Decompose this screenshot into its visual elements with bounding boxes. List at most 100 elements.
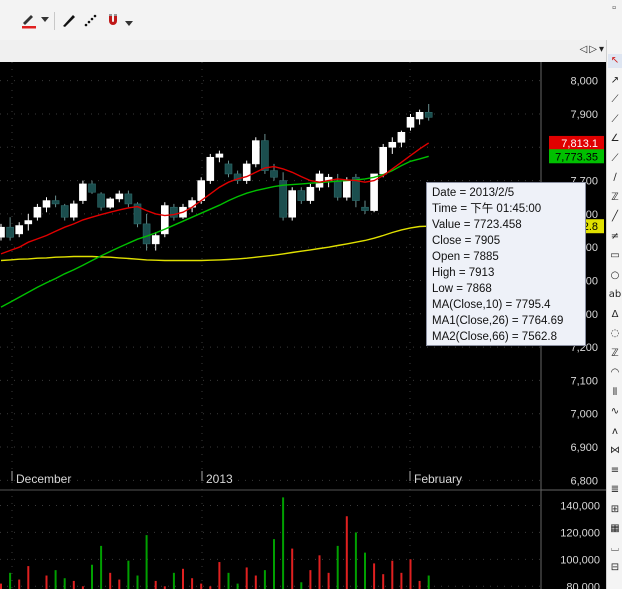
tooltip-close: Close = 7905 [432, 235, 501, 247]
arrow-icon[interactable]: ∕ [608, 171, 622, 185]
ma1-line [0, 155, 429, 308]
fib-icon[interactable]: ℤ [608, 347, 622, 361]
candle-body [388, 141, 397, 148]
candle-body [197, 180, 205, 201]
zigzag-icon[interactable]: ʌ [608, 425, 622, 439]
candle-body [6, 226, 14, 238]
volume-bar [9, 572, 12, 589]
price-tick-label: 6,900 [570, 442, 598, 454]
tooltip-time: Time = 下午 01:45:00 [432, 203, 542, 215]
candle-body [42, 200, 51, 208]
candle-body [70, 203, 78, 218]
ray-icon[interactable]: ⟋ [608, 93, 622, 107]
candle-body [361, 206, 369, 211]
volume-bar [191, 578, 194, 589]
panel-menu-icon[interactable]: ▾ [599, 44, 606, 55]
pen-color-icon[interactable] [18, 9, 40, 31]
select-arrow-icon[interactable]: ↖ [608, 54, 622, 68]
trend-icon[interactable]: ╱ [608, 210, 622, 224]
volume-tick-label: 80,000 [566, 581, 600, 589]
time-axis-label: February [414, 472, 462, 486]
candle-body [106, 198, 114, 208]
candle-body [333, 180, 342, 198]
candle-body [306, 186, 315, 201]
candle-body [424, 112, 433, 118]
data-tooltip: Date = 2013/2/5 Time = 下午 01:45:00 Value… [426, 182, 586, 346]
volume-bar [100, 545, 103, 589]
parallel-icon[interactable]: ⟋ [608, 152, 622, 166]
candle-body [24, 220, 33, 225]
table-icon[interactable]: ⊟ [608, 561, 622, 575]
toolbar-separator [54, 12, 55, 30]
panel-nav: ◁▷▾ [580, 44, 606, 55]
volume-tick-label: 100,000 [560, 554, 600, 566]
tooltip-high: High = 7913 [432, 267, 495, 279]
scroll-left-icon[interactable]: ◁ [580, 44, 590, 55]
overflow-arrow-icon[interactable] [124, 9, 134, 31]
triangle-icon[interactable]: Δ [608, 308, 622, 322]
gann-icon[interactable]: ⊞ [608, 503, 622, 517]
line-icon[interactable]: ↗ [608, 74, 622, 88]
drawing-tools-sidebar: ↖ ↗ ⟋ ⟋ ∠ ⟋ ∕ ℤ ╱ ≠ ▭ ○ ab Δ ◌ ℤ ◠ ⫴ ∿ ʌ ⋈ ≡ ≣ ⊞ ▦ ⌴ ⊟ [606, 40, 622, 589]
tooltip-ma: MA(Close,10) = 7795.4 [432, 299, 551, 311]
ma2-line [0, 225, 429, 262]
lines-icon[interactable]: ≡ [608, 464, 622, 478]
shift-icon[interactable]: ⌴ [608, 542, 622, 556]
volume-bar [300, 582, 303, 589]
volume-bar [263, 570, 266, 589]
tooltip-low: Low = 7868 [432, 283, 492, 295]
candle-body [88, 183, 96, 193]
candle-body [261, 140, 269, 171]
arc-icon[interactable]: ◠ [608, 366, 622, 380]
wave-icon[interactable]: ∿ [608, 405, 622, 419]
candle-body [151, 235, 160, 245]
candle-body [0, 226, 5, 238]
volume-bar [118, 579, 121, 589]
volume-bar [409, 559, 412, 589]
pitchfork-icon[interactable]: ⋈ [608, 444, 622, 458]
scroll-right-icon[interactable]: ▷ [589, 44, 599, 55]
volume-bar [354, 532, 357, 589]
volume-bar [291, 548, 294, 589]
ellipse-icon[interactable]: ◌ [608, 327, 622, 341]
candle-body [51, 200, 60, 205]
candle-body [33, 206, 42, 218]
volume-bar [418, 580, 421, 589]
bars-icon[interactable]: ≣ [608, 483, 622, 497]
volume-bar [172, 572, 175, 589]
window-pin-icon[interactable]: ▫ [612, 2, 616, 14]
dotted-line-icon[interactable] [80, 9, 102, 31]
candle-body [342, 180, 351, 198]
fan-icon[interactable]: ℤ [608, 191, 622, 205]
magnet-icon[interactable] [102, 9, 124, 31]
cycle-icon[interactable]: ⫴ [608, 386, 622, 400]
volume-tick-label: 140,000 [560, 500, 600, 512]
volume-bar [109, 572, 112, 589]
volume-bar [218, 562, 221, 589]
tooltip-ma2: MA2(Close,66) = 7562.8 [432, 331, 557, 343]
candle-body [270, 170, 278, 178]
grid-icon[interactable]: ≠ [608, 230, 622, 244]
polyline-icon[interactable]: ⟋ [608, 113, 622, 127]
price-tick-label: 7,000 [570, 409, 598, 421]
volume-bar [336, 545, 339, 589]
tooltip-date: Date = 2013/2/5 [432, 187, 515, 199]
pencil-icon[interactable] [58, 9, 80, 31]
volume-bar [182, 568, 184, 589]
volume-bar [72, 580, 75, 589]
dropdown-arrow-icon[interactable] [40, 9, 50, 31]
price-tick-label: 6,800 [570, 475, 598, 487]
candle-body [206, 156, 215, 181]
candle-body [397, 131, 406, 143]
rect-icon[interactable]: ▭ [608, 249, 622, 263]
circle-icon[interactable]: ○ [608, 269, 622, 283]
tooltip-open: Open = 7885 [432, 251, 499, 263]
text-icon[interactable]: ab [608, 288, 622, 302]
channel-icon[interactable]: ∠ [608, 132, 622, 146]
volume-bar [227, 572, 230, 589]
candle-body [15, 225, 23, 235]
candle-body [242, 163, 251, 181]
volume-bar [0, 583, 2, 589]
box-icon[interactable]: ▦ [608, 522, 622, 536]
price-tick-label: 7,900 [570, 109, 598, 121]
